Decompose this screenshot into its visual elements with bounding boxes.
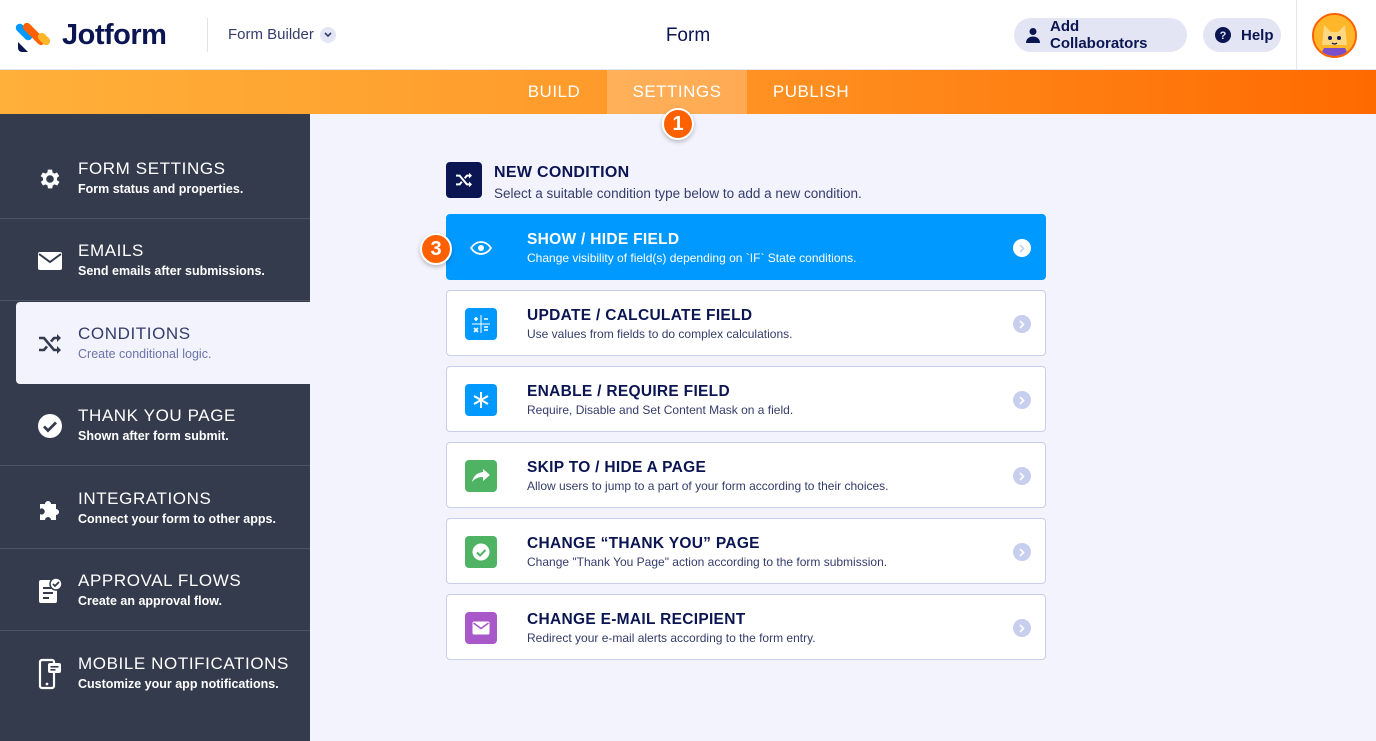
chevron-right-icon [1013,239,1031,257]
sidebar-item-form-settings[interactable]: FORM SETTINGS Form status and properties… [0,137,310,219]
step-badge-3: 3 [420,233,452,265]
condition-title: UPDATE / CALCULATE FIELD [527,307,753,324]
sidebar-item-subtitle: Shown after form submit. [78,429,229,443]
calculator-icon [465,308,497,340]
sidebar-item-subtitle: Create an approval flow. [78,594,223,608]
shuffle-icon [446,162,482,198]
chevron-right-icon [1013,619,1031,637]
sidebar-item-subtitle: Connect your form to other apps. [78,512,276,526]
condition-change-email-recipient[interactable]: CHANGE E-MAIL RECIPIENT Redirect your e-… [446,594,1046,660]
condition-skip-to-hide-page[interactable]: SKIP TO / HIDE A PAGE Allow users to jum… [446,442,1046,508]
envelope-icon [465,612,497,644]
avatar-container [1296,0,1376,70]
condition-subtitle: Allow users to jump to a part of your fo… [527,479,889,493]
shuffle-icon [36,330,64,358]
mobile-icon [36,658,64,690]
sidebar-item-mobile-notifications[interactable]: MOBILE NOTIFICATIONS Customize your app … [0,632,310,714]
user-icon [1026,27,1040,43]
form-builder-label: Form Builder [228,26,314,43]
step-badge-1: 1 [662,108,694,140]
question-circle-icon: ? [1215,27,1231,43]
condition-enable-require-field[interactable]: ENABLE / REQUIRE FIELD Require, Disable … [446,366,1046,432]
eye-icon [465,232,497,264]
builder-tab-bar: BUILD SETTINGS PUBLISH [0,70,1376,114]
condition-subtitle: Require, Disable and Set Content Mask on… [527,403,794,417]
sidebar-item-title: APPROVAL FLOWS [78,571,242,590]
envelope-icon [36,247,64,275]
sidebar-item-subtitle: Create conditional logic. [78,347,212,361]
sidebar-item-title: FORM SETTINGS [78,159,226,178]
check-circle-icon [36,412,64,440]
condition-title: ENABLE / REQUIRE FIELD [527,383,730,400]
condition-title: CHANGE E-MAIL RECIPIENT [527,611,746,628]
sidebar-item-title: THANK YOU PAGE [78,406,236,425]
sidebar-item-title: EMAILS [78,241,144,260]
sidebar-item-thank-you-page[interactable]: THANK YOU PAGE Shown after form submit. [0,384,310,466]
jotform-logo[interactable]: Jotform [14,18,167,52]
cat-avatar-icon [1314,15,1355,56]
chevron-down-icon [319,26,336,43]
chevron-right-icon [1013,467,1031,485]
chevron-right-icon [1013,315,1031,333]
help-label: Help [1241,26,1274,44]
condition-subtitle: Redirect your e-mail alerts according to… [527,631,816,645]
puzzle-icon [36,495,64,523]
new-condition-title: NEW CONDITION [494,164,630,181]
tab-publish[interactable]: PUBLISH [752,70,870,114]
add-collaborators-button[interactable]: Add Collaborators [1014,18,1187,52]
approval-icon [36,577,64,605]
add-collaborators-label: Add Collaborators [1050,18,1148,52]
sidebar-item-conditions[interactable]: CONDITIONS Create conditional logic. [16,302,310,384]
sidebar-item-subtitle: Send emails after submissions. [78,264,265,278]
sidebar-item-subtitle: Form status and properties. [78,182,244,196]
new-condition-subtitle: Select a suitable condition type below t… [494,186,862,201]
check-circle-icon [465,536,497,568]
condition-subtitle: Change "Thank You Page" action according… [527,555,888,569]
sidebar-item-title: MOBILE NOTIFICATIONS [78,654,289,673]
gear-icon [36,165,64,193]
svg-text:?: ? [1220,30,1227,42]
chevron-right-icon [1013,543,1031,561]
condition-title: SHOW / HIDE FIELD [527,231,680,248]
avatar[interactable] [1312,13,1357,58]
form-builder-menu[interactable]: Form Builder [228,26,336,43]
condition-change-thank-you-page[interactable]: CHANGE “THANK YOU” PAGE Change "Thank Yo… [446,518,1046,584]
asterisk-icon [465,384,497,416]
header-divider [207,18,208,52]
sidebar-item-integrations[interactable]: INTEGRATIONS Connect your form to other … [0,467,310,549]
top-header: Jotform Form Builder Form Add Collaborat… [0,0,1376,70]
help-button[interactable]: ? Help [1203,18,1281,52]
share-arrow-icon [465,460,497,492]
condition-show-hide-field[interactable]: SHOW / HIDE FIELD Change visibility of f… [446,214,1046,280]
sidebar-item-title: INTEGRATIONS [78,489,212,508]
sidebar-item-approval-flows[interactable]: APPROVAL FLOWS Create an approval flow. [0,549,310,631]
sidebar-item-title: CONDITIONS [78,324,191,343]
sidebar-item-subtitle: Customize your app notifications. [78,677,279,691]
condition-update-calculate-field[interactable]: UPDATE / CALCULATE FIELD Use values from… [446,290,1046,356]
sidebar-item-emails[interactable]: EMAILS Send emails after submissions. [0,219,310,301]
condition-subtitle: Use values from fields to do complex cal… [527,327,793,341]
settings-sidebar: FORM SETTINGS Form status and properties… [0,114,310,741]
tab-build[interactable]: BUILD [505,70,603,114]
condition-title: SKIP TO / HIDE A PAGE [527,459,707,476]
chevron-right-icon [1013,391,1031,409]
condition-title: CHANGE “THANK YOU” PAGE [527,535,760,552]
condition-subtitle: Change visibility of field(s) depending … [527,251,857,265]
brand-name: Jotform [62,18,167,51]
jotform-logo-icon [14,18,52,52]
